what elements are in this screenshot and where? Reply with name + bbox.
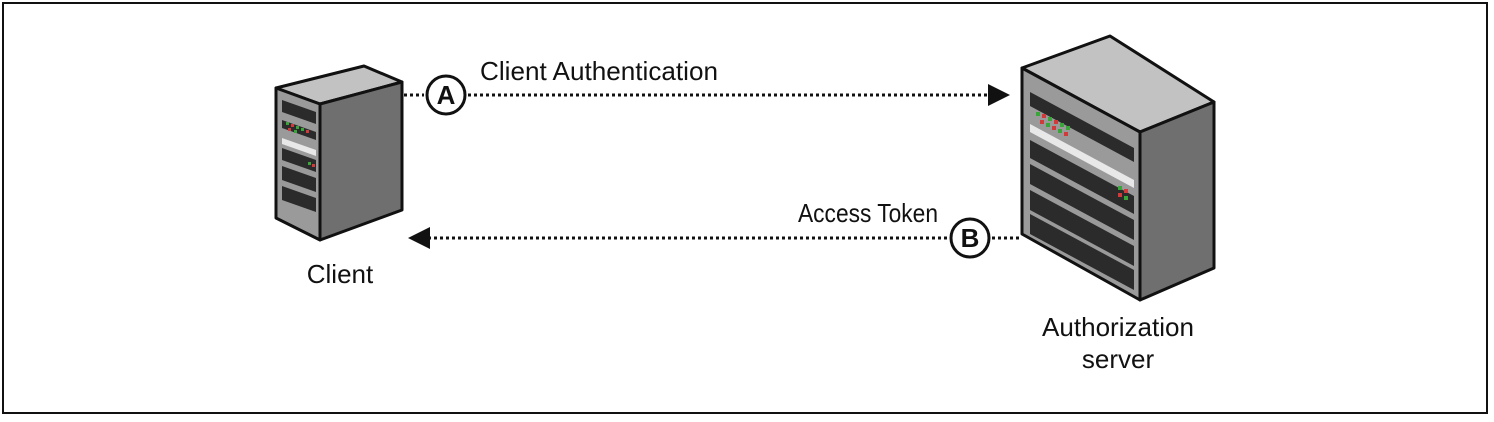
step-a-badge: A bbox=[425, 74, 467, 116]
auth-server-label-line2: server bbox=[1082, 344, 1155, 374]
flow-b-arrow bbox=[408, 227, 1020, 249]
auth-server-label-line1: Authorization bbox=[1042, 312, 1194, 342]
arrowhead-right-icon bbox=[988, 84, 1010, 106]
step-b-letter: B bbox=[961, 223, 980, 253]
authorization-server-icon bbox=[1020, 34, 1216, 302]
flow-a-arrow bbox=[404, 84, 1010, 106]
step-a-letter: A bbox=[437, 80, 456, 110]
flow-a-label: Client Authentication bbox=[480, 56, 718, 86]
step-b-badge: B bbox=[949, 217, 991, 259]
flow-b-label: Access Token bbox=[798, 198, 938, 228]
oauth-diagram: A Client Authentication B Access Token C… bbox=[274, 34, 1216, 374]
client-server-icon bbox=[274, 64, 404, 242]
client-label: Client bbox=[307, 259, 374, 289]
arrowhead-left-icon bbox=[408, 227, 430, 249]
